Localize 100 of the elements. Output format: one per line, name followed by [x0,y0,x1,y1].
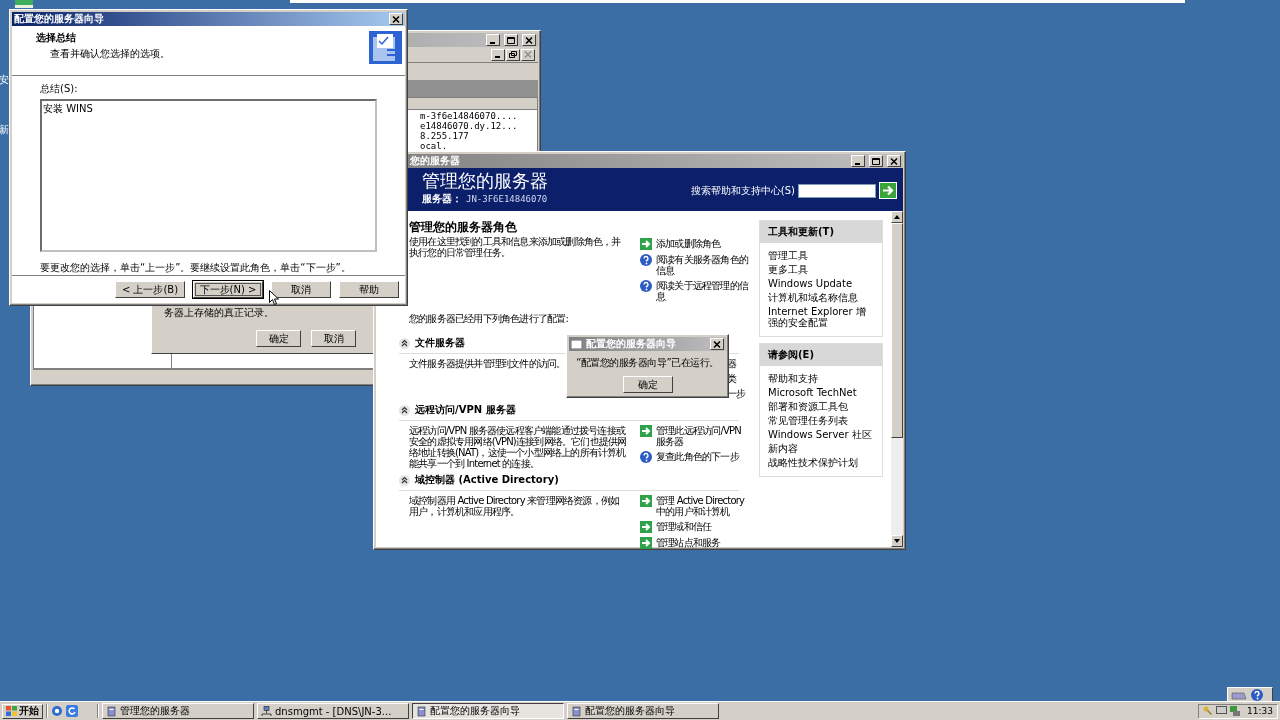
panel-link[interactable]: 新内容 [768,443,874,454]
panel-link[interactable]: 战略性技术保护计划 [768,457,874,468]
go-button[interactable] [879,182,897,199]
panel-link[interactable]: 管理工具 [768,250,874,261]
summary-field[interactable]: 安装 WINS [40,99,377,252]
scroll-down-button[interactable] [891,535,903,547]
list-item[interactable]: 8.255.177 [420,131,469,141]
browser-icon[interactable] [51,705,63,717]
monitor-icon[interactable] [1216,706,1228,716]
panel-link[interactable]: 常见管理任务列表 [768,415,874,426]
link[interactable]: 阅读有关服务器角色的信息 [656,254,752,276]
clock: 11:33 [1247,706,1273,716]
wizard-button[interactable]: < 上一步(B) [115,281,185,298]
step-subtitle: 查看并确认您选择的选项。 [49,47,170,61]
collapse-icon[interactable] [399,337,410,349]
dialog-button[interactable]: 确定 [256,330,301,347]
close-button[interactable] [887,155,901,167]
start-button[interactable]: 开始 [2,703,43,719]
wizard-icon [369,31,402,64]
panel-link[interactable]: 更多工具 [768,264,874,275]
link[interactable]: 管理此远程访问/VPN 服务器 [656,425,752,447]
role-description: 远程访问/VPN 服务器使远程客户端能通过拨号连接或安全的虚拟专用网络(VPN)连接到网络。它们也提供网络地址转换(NAT)，这使一个小型网络上的所有计算机能共享一个到 Internet 的连接。 [409,425,627,469]
wizard-button[interactable]: 下一步(N) > [193,281,263,298]
arrow-icon [640,495,652,507]
role-title: 域控制器 (Active Directory) [415,473,559,487]
link[interactable]: 管理 Active Directory 中的用户和计算机 [656,495,752,517]
taskbar-button[interactable]: 配置您的服务器向导 [567,703,719,719]
close-button[interactable] [522,34,536,46]
scroll-up-button[interactable] [891,211,903,223]
panel-link[interactable]: Microsoft TechNet [768,387,874,398]
close-icon [713,340,721,348]
search-field[interactable] [798,183,876,198]
arrow-icon [640,238,652,250]
scrollbar[interactable] [891,211,903,547]
list-item[interactable]: ocal. [420,141,448,151]
desktop-icon-label[interactable]: 新 [0,123,9,137]
minimize-button[interactable] [491,48,505,61]
role-title: 远程访问/VPN 服务器 [415,403,516,417]
maximize-icon [872,157,880,165]
link[interactable]: 复查此角色的下一步 [656,451,739,462]
taskbar-button[interactable]: 配置您的服务器向导 [412,703,564,719]
dialog-button[interactable]: 取消 [311,330,356,347]
wizard-button[interactable]: 帮助 [339,281,399,298]
computer-icon[interactable] [1230,706,1241,716]
minimize-button[interactable] [851,155,865,167]
list-item[interactable]: m-3f6e14846070.... [420,111,518,121]
window-title: 配置您的服务器向导 [586,337,677,351]
window-icon [571,339,582,349]
close-button[interactable] [710,338,724,350]
link[interactable]: 添加或删除角色 [656,238,721,249]
arrow-icon [882,185,894,196]
description: 使用在这里找到的工具和信息来添加或删除角色，并执行您的日常管理任务。 [409,236,622,258]
close-button[interactable] [521,48,535,61]
wizard-button[interactable]: 取消 [271,281,331,298]
collapse-icon[interactable] [399,404,410,416]
taskbar-button[interactable]: 管理您的服务器 [102,703,254,719]
collapse-icon[interactable] [399,474,410,486]
close-icon [525,36,533,44]
dialog-text: 务器上存储的真正记录。 [164,306,275,320]
taskbar-button[interactable]: dnsmgmt - [DNS\JN-3... [257,703,409,719]
scroll-thumb[interactable] [891,223,903,438]
configured-text: 您的服务器已经用下列角色进行了配置: [409,312,569,326]
window-title: 您的服务器 [409,154,461,168]
list-item[interactable]: e14846070.dy.12... [420,121,518,131]
arrow-icon [640,521,652,533]
close-button[interactable] [389,13,403,25]
arrow-icon [640,425,652,437]
message-text: “配置您的服务器向导”已在运行。 [576,356,719,370]
help-icon [640,451,652,463]
server-icon [416,705,427,717]
panel-link[interactable]: 计算机和域名称信息 [768,292,874,303]
role-description: 文件服务器提供并管理到文件的访问。 [409,358,566,369]
page-title: 管理您的服务器 [422,170,549,192]
refresh-icon[interactable] [66,705,78,717]
link[interactable]: 阅读关于远程管理的信息 [656,280,752,302]
panel-link[interactable]: Windows Update [768,278,874,289]
panel-link[interactable]: 部署和资源工具包 [768,401,874,412]
help-icon [640,254,652,266]
panel-link[interactable]: Internet Explorer 增强的安全配置 [768,306,874,328]
step-title: 选择总结 [36,31,77,45]
link[interactable]: 管理站点和服务 [656,537,721,548]
close-icon [524,51,532,58]
panel-link[interactable]: 帮助和支持 [768,373,874,384]
ok-button[interactable]: 确定 [622,376,673,393]
link[interactable]: 管理域和信任 [656,521,712,532]
restore-button[interactable] [506,48,520,61]
desktop-icon-label[interactable]: 安 [0,73,9,87]
minimize-button[interactable] [486,34,500,46]
panel-title: 请参阅(E) [760,344,882,366]
close-icon [392,15,400,23]
panel-title: 工具和更新(T) [760,221,882,243]
search-label: 搜索帮助和支持中心(S) [690,183,795,198]
server-icon [106,705,117,717]
server-label: 服务器： [422,192,462,206]
windows-flag-icon [6,706,17,716]
maximize-button[interactable] [869,155,883,167]
server-icon [571,705,582,717]
maximize-button[interactable] [504,34,518,46]
panel-link[interactable]: Windows Server 社区 [768,429,874,440]
help-icon [640,280,652,292]
